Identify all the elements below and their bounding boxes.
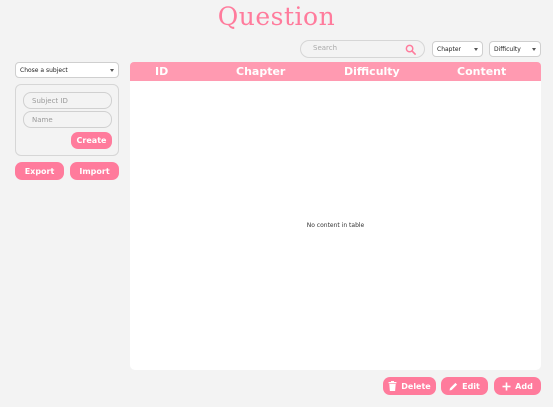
chevron-down-icon (532, 48, 536, 51)
chevron-down-icon (474, 48, 478, 51)
name-placeholder: Name (32, 116, 53, 124)
empty-table-message: No content in table (306, 222, 365, 229)
delete-button-label: Delete (401, 381, 431, 391)
difficulty-filter-select[interactable]: Difficulty (489, 41, 541, 57)
import-button[interactable]: Import (70, 162, 119, 180)
search-icon[interactable] (405, 44, 416, 55)
subject-id-input[interactable]: Subject ID (23, 92, 112, 109)
create-button[interactable]: Create (71, 132, 112, 149)
column-header-difficulty[interactable]: Difficulty (344, 65, 400, 78)
search-placeholder: Search (313, 44, 338, 52)
table-body: No content in table (130, 81, 541, 370)
create-subject-panel: Subject ID Name Create (15, 84, 119, 156)
difficulty-filter-label: Difficulty (494, 46, 521, 53)
chapter-filter-select[interactable]: Chapter (432, 41, 483, 57)
column-header-chapter[interactable]: Chapter (236, 65, 285, 78)
search-input[interactable]: Search (300, 40, 425, 58)
pencil-icon (449, 382, 458, 390)
export-button[interactable]: Export (15, 162, 64, 180)
column-header-content[interactable]: Content (457, 65, 506, 78)
subject-select[interactable]: Chose a subject (15, 62, 119, 78)
name-input[interactable]: Name (23, 111, 112, 128)
chevron-down-icon (110, 69, 114, 72)
column-header-id[interactable]: ID (155, 65, 168, 78)
subject-id-placeholder: Subject ID (32, 97, 68, 105)
trash-icon (388, 381, 397, 391)
table-header: ID Chapter Difficulty Content (130, 62, 541, 81)
add-button[interactable]: Add (494, 377, 541, 395)
subject-select-label: Chose a subject (20, 67, 68, 74)
edit-button-label: Edit (462, 381, 480, 391)
page-title: Question (217, 2, 336, 31)
add-button-label: Add (515, 381, 533, 391)
plus-icon (502, 382, 511, 390)
delete-button[interactable]: Delete (383, 377, 436, 395)
edit-button[interactable]: Edit (441, 377, 488, 395)
chapter-filter-label: Chapter (437, 46, 461, 53)
